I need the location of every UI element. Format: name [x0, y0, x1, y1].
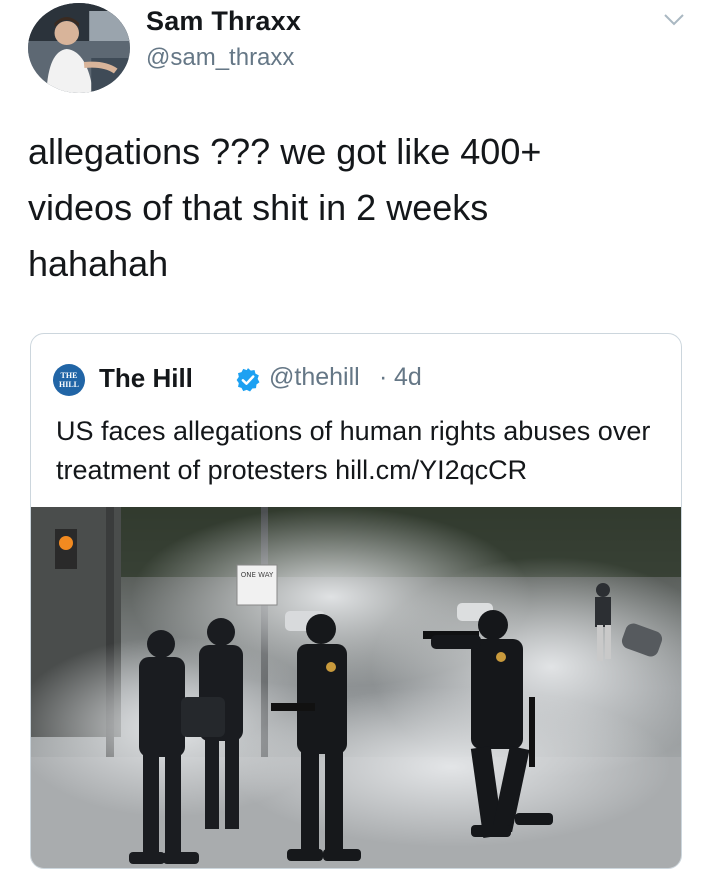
quoted-author-handle[interactable]: @thehill — [269, 363, 360, 392]
tweet-header: Sam Thraxx @sam_thraxx — [0, 0, 714, 100]
quoted-author-name[interactable]: The Hill — [99, 363, 193, 394]
chevron-down-icon[interactable] — [663, 12, 685, 28]
avatar[interactable] — [28, 3, 130, 93]
tweet-text: allegations ??? we got like 400+ videos … — [28, 131, 542, 284]
verified-badge-icon — [236, 368, 260, 392]
author-display-name[interactable]: Sam Thraxx — [146, 6, 301, 37]
quoted-tweet-text: US faces allegations of human rights abu… — [56, 416, 651, 485]
quoted-tweet-card[interactable]: THE HILL The Hill @thehill · 4d US faces… — [30, 333, 682, 869]
quoted-tweet-header: THE HILL The Hill @thehill · 4d — [53, 361, 663, 397]
timestamp[interactable]: 4d — [394, 363, 422, 392]
news-photo[interactable]: ONE WAY — [31, 507, 681, 868]
separator-dot: · — [379, 363, 388, 391]
the-hill-logo[interactable]: THE HILL — [53, 364, 85, 396]
one-way-sign: ONE WAY — [241, 571, 274, 579]
author-handle[interactable]: @sam_thraxx — [146, 44, 294, 72]
